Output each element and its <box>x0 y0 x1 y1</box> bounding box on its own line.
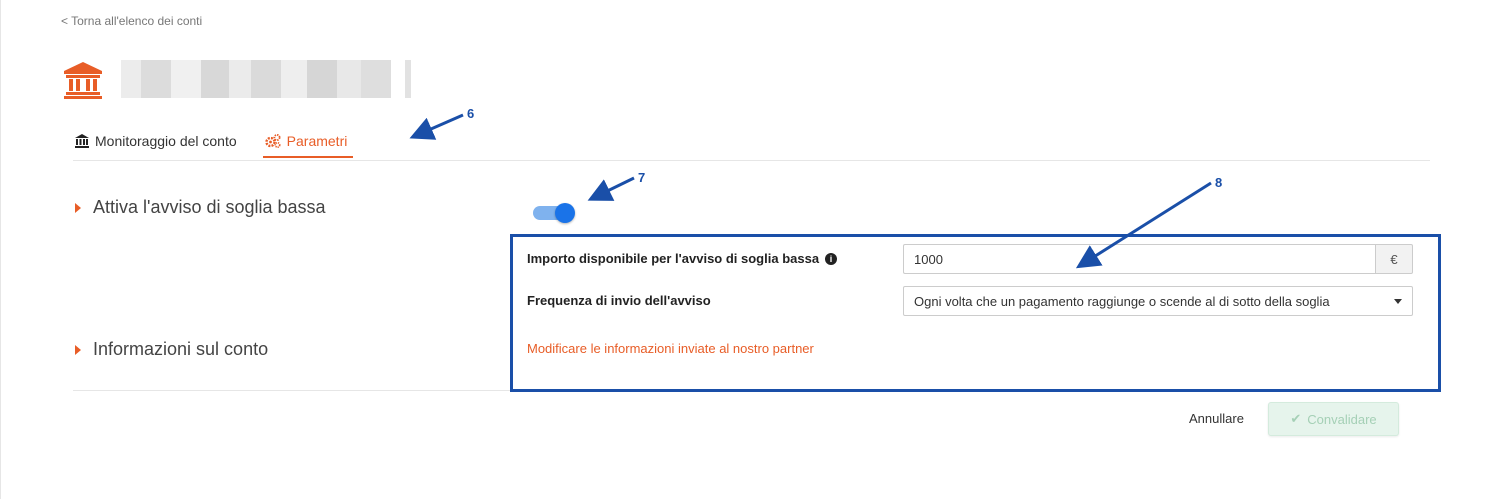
bank-logo-icon <box>64 62 102 99</box>
caret-right-icon <box>75 202 81 213</box>
tab-bar: Monitoraggio del conto Parametri <box>73 126 354 160</box>
low-threshold-toggle[interactable] <box>531 203 577 223</box>
validate-label: Convalidare <box>1307 411 1377 427</box>
toggle-knob <box>555 203 575 223</box>
tab-account-monitoring[interactable]: Monitoraggio del conto <box>73 126 239 156</box>
tabs-divider <box>73 160 1430 161</box>
arrow-6 <box>409 113 464 140</box>
account-name-blurred <box>121 60 411 98</box>
bank-icon <box>75 134 89 148</box>
callout-number-8: 8 <box>1215 175 1223 190</box>
check-icon: ✔ <box>1290 411 1302 426</box>
caret-right-icon <box>75 344 81 355</box>
section-divider <box>73 390 513 391</box>
callout-highlight-box <box>510 234 1441 392</box>
section-title: Informazioni sul conto <box>93 339 269 359</box>
validate-button[interactable]: ✔ Convalidare <box>1268 402 1399 436</box>
arrow-7 <box>587 176 635 201</box>
tab-parameters[interactable]: Parametri <box>262 126 354 158</box>
callout-number-6: 6 <box>467 106 475 121</box>
section-title: Attiva l'avviso di soglia bassa <box>93 197 326 217</box>
gears-icon <box>264 134 281 148</box>
tab-label: Monitoraggio del conto <box>95 133 237 149</box>
section-low-threshold-alert[interactable]: Attiva l'avviso di soglia bassa <box>75 197 326 218</box>
cancel-button[interactable]: Annullare <box>1189 411 1244 426</box>
tab-label: Parametri <box>286 133 348 149</box>
section-account-info[interactable]: Informazioni sul conto <box>75 339 268 360</box>
callout-number-7: 7 <box>638 170 646 185</box>
back-to-accounts-link[interactable]: < Torna all'elenco dei conti <box>61 14 202 28</box>
